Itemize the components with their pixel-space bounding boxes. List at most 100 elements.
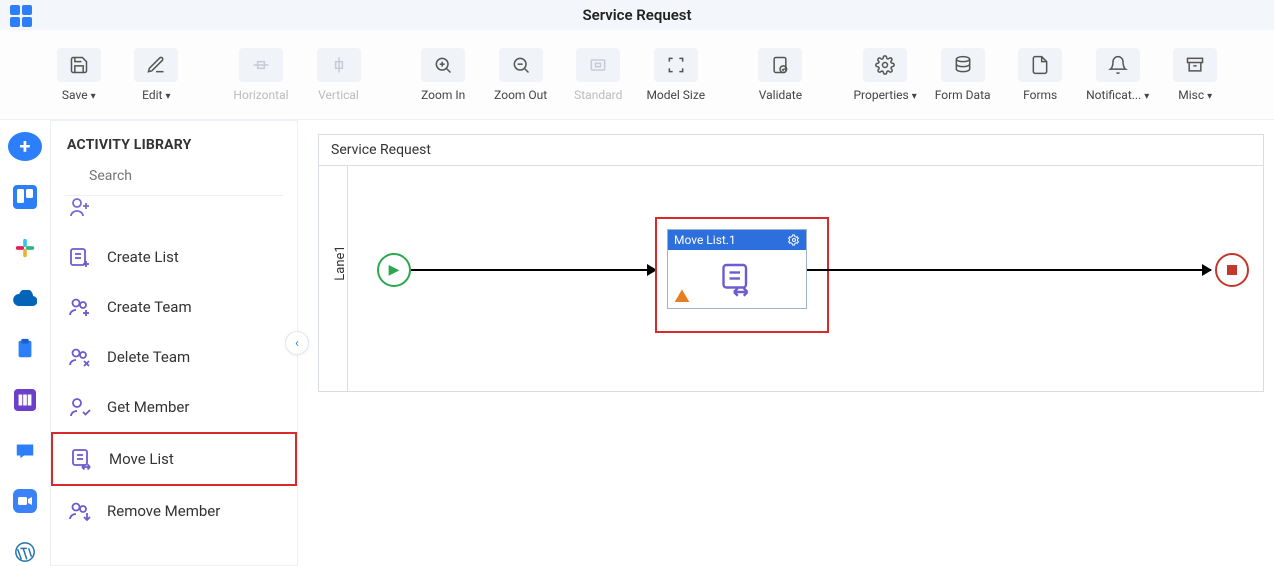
- zoom-out-label: Zoom Out: [494, 88, 547, 102]
- vertical-label: Vertical: [318, 88, 359, 102]
- app-grid-icon[interactable]: [10, 5, 32, 27]
- list-item-label: Delete Team: [107, 348, 190, 366]
- page-title: Service Request: [0, 6, 1274, 24]
- list-item-get-member[interactable]: Get Member: [51, 382, 297, 432]
- activity-library-heading: ACTIVITY LIBRARY: [51, 121, 297, 163]
- rail-trello-icon[interactable]: [8, 183, 42, 212]
- zoom-standard-button[interactable]: Standard: [559, 40, 637, 110]
- main-area: + ACTIVITY LIBRARY: [0, 120, 1274, 566]
- connector-start-to-task[interactable]: [411, 269, 656, 271]
- save-icon: [57, 48, 101, 82]
- stop-icon: [1227, 265, 1237, 275]
- rail-clipboard-icon[interactable]: [8, 335, 42, 364]
- properties-button[interactable]: Properties ▾: [846, 40, 924, 110]
- gear-icon: [863, 48, 907, 82]
- gear-icon[interactable]: [788, 234, 800, 246]
- list-item-label: Create List: [107, 248, 179, 266]
- misc-button[interactable]: Misc▾: [1156, 40, 1234, 110]
- database-icon: [941, 48, 985, 82]
- notifications-label: Notificat...: [1086, 88, 1141, 102]
- list-move-icon: [717, 262, 757, 298]
- align-vertical-button[interactable]: Vertical: [300, 40, 378, 110]
- list-item-label: Create Team: [107, 298, 192, 316]
- chevron-left-icon: ‹: [295, 336, 299, 351]
- task-node-move-list[interactable]: Move List.1: [667, 229, 807, 309]
- start-node[interactable]: ▶: [377, 253, 411, 287]
- zoom-in-icon: [421, 48, 465, 82]
- play-icon: ▶: [389, 262, 400, 278]
- team-down-icon: [67, 498, 93, 524]
- chevron-down-icon: ▾: [91, 91, 96, 102]
- edit-icon: [134, 48, 178, 82]
- validate-label: Validate: [759, 88, 802, 102]
- list-item-remove-member[interactable]: Remove Member: [51, 486, 297, 536]
- add-button[interactable]: +: [8, 132, 42, 161]
- list-item-label: Remove Member: [107, 502, 220, 520]
- team-plus-icon: [67, 294, 93, 320]
- forms-label: Forms: [1023, 88, 1057, 102]
- title-bar: Service Request: [0, 0, 1274, 30]
- collapse-sidebar-button[interactable]: ‹: [285, 331, 309, 355]
- pool-title[interactable]: Service Request: [319, 135, 1263, 166]
- list-item-move-list[interactable]: Move List: [51, 432, 297, 486]
- align-horizontal-button[interactable]: Horizontal: [222, 40, 300, 110]
- connector-task-to-end[interactable]: [807, 269, 1211, 271]
- warning-icon: [674, 288, 690, 304]
- save-label: Save: [62, 88, 88, 102]
- team-x-icon: [67, 344, 93, 370]
- frame-icon: [576, 48, 620, 82]
- zoom-out-icon: [499, 48, 543, 82]
- activity-library-search[interactable]: [65, 163, 283, 196]
- search-input[interactable]: [89, 168, 267, 184]
- file-icon: [1018, 48, 1062, 82]
- chevron-down-icon: ▾: [912, 91, 917, 102]
- process-canvas[interactable]: Service Request Lane1 ▶ Move List.1: [318, 134, 1264, 392]
- properties-label: Properties: [853, 88, 908, 102]
- misc-label: Misc: [1178, 88, 1204, 102]
- activity-list: Create List Create Team Delete Team Get …: [51, 196, 297, 550]
- rail-cloud-icon[interactable]: [8, 284, 42, 313]
- rail-wordpress-icon[interactable]: [8, 537, 42, 566]
- validate-icon: [758, 48, 802, 82]
- task-title: Move List.1: [674, 233, 736, 247]
- task-body: [668, 250, 806, 310]
- rail-grid-icon[interactable]: [8, 385, 42, 414]
- list-item-label: Move List: [109, 450, 174, 468]
- archive-icon: [1173, 48, 1217, 82]
- chevron-down-icon: ▾: [1207, 91, 1212, 102]
- bell-icon: [1096, 48, 1140, 82]
- edit-button[interactable]: Edit▾: [118, 40, 196, 110]
- end-node[interactable]: [1215, 253, 1249, 287]
- list-item-create-list[interactable]: Create List: [51, 232, 297, 282]
- chevron-down-icon: ▾: [1144, 91, 1149, 102]
- form-data-label: Form Data: [935, 88, 991, 102]
- fit-icon: [654, 48, 698, 82]
- edit-label: Edit: [142, 88, 162, 102]
- zoom-in-label: Zoom In: [421, 88, 465, 102]
- list-item-delete-team[interactable]: Delete Team: [51, 332, 297, 382]
- validate-button[interactable]: Validate: [742, 40, 820, 110]
- model-size-label: Model Size: [646, 88, 705, 102]
- app-rail: +: [0, 120, 50, 566]
- zoom-in-button[interactable]: Zoom In: [404, 40, 482, 110]
- task-header: Move List.1: [668, 230, 806, 250]
- person-check-icon: [67, 394, 93, 420]
- list-move-icon: [69, 446, 95, 472]
- zoom-model-size-button[interactable]: Model Size: [637, 40, 715, 110]
- rail-chat-icon[interactable]: [8, 436, 42, 465]
- list-item[interactable]: [51, 196, 297, 232]
- list-item-create-team[interactable]: Create Team: [51, 282, 297, 332]
- form-data-button[interactable]: Form Data: [924, 40, 1002, 110]
- activity-library-panel: ACTIVITY LIBRARY Create List Create Team…: [50, 120, 298, 566]
- rail-video-icon[interactable]: [8, 487, 42, 516]
- zoom-out-button[interactable]: Zoom Out: [482, 40, 560, 110]
- align-vertical-icon: [317, 48, 361, 82]
- rail-slack-icon[interactable]: [8, 233, 42, 262]
- canvas-container: Service Request Lane1 ▶ Move List.1: [298, 120, 1274, 566]
- lane-label[interactable]: Lane1: [333, 245, 348, 280]
- forms-button[interactable]: Forms: [1001, 40, 1079, 110]
- notifications-button[interactable]: Notificat...▾: [1079, 40, 1157, 110]
- list-plus-icon: [67, 244, 93, 270]
- align-horizontal-icon: [239, 48, 283, 82]
- save-button[interactable]: Save▾: [40, 40, 118, 110]
